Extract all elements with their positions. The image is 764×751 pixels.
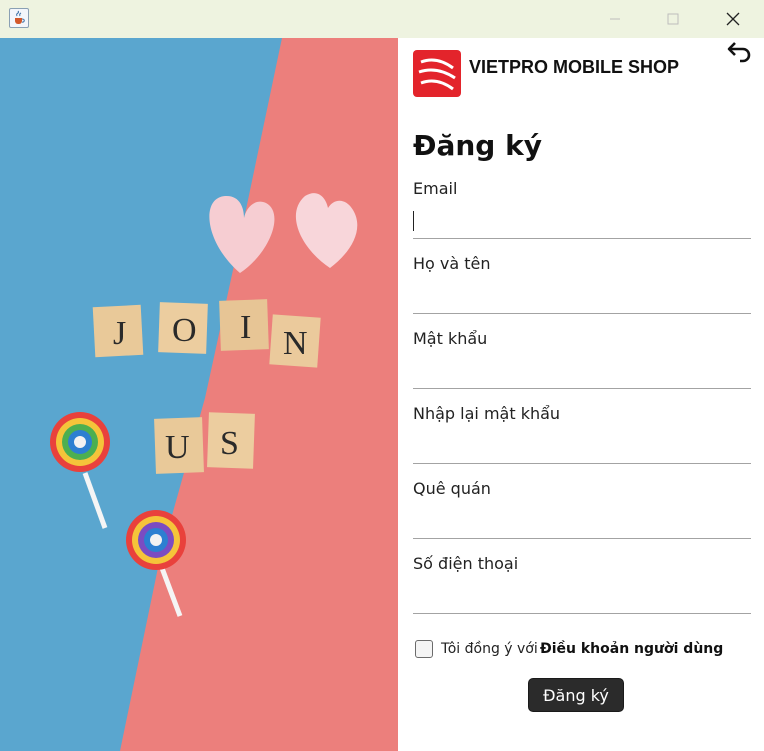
terms-agreement-row: Tôi đồng ý với Điều khoản người dùng — [415, 640, 755, 660]
hometown-label: Quê quán — [413, 479, 491, 498]
terms-checkbox[interactable] — [415, 640, 433, 658]
confirm-password-field: Nhập lại mật khẩu — [413, 404, 751, 466]
tile-n: N — [283, 325, 308, 362]
tile-j: J — [113, 315, 126, 352]
app-window: J O I N U S VIETPRO MOBILE SHOP Đăng ký … — [0, 0, 764, 751]
close-icon — [726, 12, 740, 26]
hometown-field: Quê quán — [413, 479, 751, 541]
terms-link[interactable]: Điều khoản người dùng — [540, 641, 723, 657]
phone-field: Số điện thoại — [413, 554, 751, 616]
minimize-button[interactable] — [586, 0, 644, 38]
maximize-button[interactable] — [644, 0, 702, 38]
password-input[interactable] — [413, 353, 751, 389]
tile-u: U — [165, 429, 190, 466]
shop-name: VIETPRO MOBILE SHOP — [469, 57, 680, 77]
minimize-icon — [610, 18, 620, 20]
page-title: Đăng ký — [413, 129, 542, 162]
tile-i: I — [240, 309, 251, 346]
password-field: Mật khẩu — [413, 329, 751, 391]
phone-input[interactable] — [413, 578, 751, 614]
email-label: Email — [413, 179, 458, 198]
vietpro-logo-icon — [413, 50, 461, 97]
phone-label: Số điện thoại — [413, 554, 519, 573]
confirm-password-input[interactable] — [413, 428, 751, 464]
hometown-input[interactable] — [413, 503, 751, 539]
agree-text: Tôi đồng ý với — [441, 641, 538, 657]
maximize-icon — [667, 13, 679, 25]
join-us-banner-image: J O I N U S — [0, 38, 398, 751]
fullname-label: Họ và tên — [413, 254, 491, 273]
text-caret — [413, 211, 414, 231]
undo-arrow-icon[interactable] — [726, 39, 754, 65]
email-field: Email — [413, 179, 751, 241]
password-label: Mật khẩu — [413, 329, 488, 348]
register-form-panel: VIETPRO MOBILE SHOP Đăng ký Email Họ và … — [398, 38, 764, 751]
register-button[interactable]: Đăng ký — [528, 678, 624, 712]
title-bar — [0, 0, 764, 38]
email-input[interactable] — [413, 203, 751, 239]
confirm-password-label: Nhập lại mật khẩu — [413, 404, 561, 423]
close-button[interactable] — [704, 0, 762, 38]
tile-o: O — [172, 312, 197, 349]
fullname-field: Họ và tên — [413, 254, 751, 316]
fullname-input[interactable] — [413, 278, 751, 314]
tile-s: S — [220, 425, 239, 462]
java-cup-icon — [9, 8, 29, 28]
